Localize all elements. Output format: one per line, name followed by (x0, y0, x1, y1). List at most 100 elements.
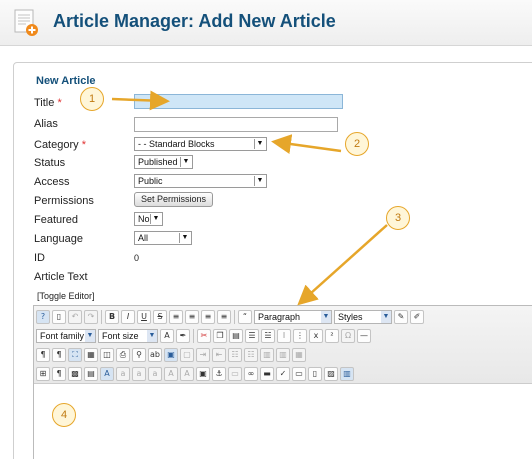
highlight-color-icon[interactable]: ✒ (176, 329, 190, 343)
visual-aid-icon[interactable]: ▭ (228, 367, 242, 381)
copy-icon[interactable]: ❐ (213, 329, 227, 343)
status-select[interactable]: Published ▼ (134, 155, 193, 169)
align-justify-icon[interactable]: ≡ (217, 310, 231, 324)
link-icon[interactable]: ∞ (244, 367, 258, 381)
id-label: ID (34, 252, 45, 264)
underline-button[interactable]: U (137, 310, 151, 324)
set-permissions-button[interactable]: Set Permissions (134, 192, 214, 207)
spellcheck-dropdown-icon[interactable]: ✓ (276, 367, 290, 381)
access-select-value: Public (138, 176, 163, 186)
eraser-icon[interactable]: ✎ (394, 310, 408, 324)
featured-label: Featured (34, 214, 79, 226)
format-select[interactable]: Paragraph ▼ (254, 310, 332, 324)
outdent-icon[interactable]: ⇤ (212, 348, 226, 362)
toggle-editor-link[interactable]: [Toggle Editor] (37, 291, 95, 301)
toolbar-separator (234, 310, 235, 324)
editor-content-area[interactable] (34, 385, 532, 459)
chevron-down-icon: ▼ (254, 176, 265, 186)
status-label: Status (34, 157, 66, 169)
superscript-icon[interactable]: ² (325, 329, 339, 343)
table-row-icon[interactable]: ☷ (228, 348, 242, 362)
bold-button[interactable]: B (105, 310, 119, 324)
help-icon[interactable]: ? (36, 310, 50, 324)
ins-icon[interactable]: A (164, 367, 178, 381)
pagebreak-icon[interactable]: ▥ (340, 367, 354, 381)
chevron-down-icon: ▼ (147, 330, 157, 342)
editor-toolbar: ? ▯ ↶ ↷ B I U S ≡ ≡ ≡ ≡ “ Paragraph ▼ St… (34, 306, 532, 384)
layer-icon[interactable]: ▢ (180, 348, 194, 362)
add-article-icon (14, 9, 38, 36)
styles-select-value: Styles (338, 312, 363, 322)
blockquote-icon[interactable]: “ (238, 310, 252, 324)
chevron-down-icon: ▼ (85, 330, 95, 342)
styles-select[interactable]: Styles ▼ (334, 310, 392, 324)
spellcheck-icon[interactable]: A (100, 367, 114, 381)
split-cells-icon[interactable]: ▥ (276, 348, 290, 362)
anchor-icon[interactable]: ⚓ (212, 367, 226, 381)
delete-table-icon[interactable]: ▦ (292, 348, 306, 362)
callout-4: 4 (52, 403, 76, 427)
alias-input[interactable] (134, 117, 338, 132)
special-char-icon[interactable]: Ω (341, 329, 355, 343)
fullscreen-icon[interactable]: ⛶ (68, 348, 82, 362)
page-title: Article Manager: Add New Article (53, 11, 336, 31)
insert-media-icon[interactable]: ▣ (164, 348, 178, 362)
insert-image-icon[interactable]: ▩ (68, 367, 82, 381)
chevron-down-icon: ▼ (381, 311, 391, 323)
table-col-icon[interactable]: ☷ (244, 348, 258, 362)
print-icon[interactable]: ⎙ (116, 348, 130, 362)
del-icon[interactable]: A (180, 367, 194, 381)
rtl-icon[interactable]: ¶ (52, 348, 66, 362)
attributes-icon[interactable]: a (148, 367, 162, 381)
template-icon[interactable]: ▦ (84, 348, 98, 362)
align-right-icon[interactable]: ≡ (201, 310, 215, 324)
text-color-icon[interactable]: A (160, 329, 174, 343)
page-header: Article Manager: Add New Article (0, 0, 532, 46)
article-break-icon[interactable]: ▯ (308, 367, 322, 381)
image-manager-icon[interactable]: ▨ (324, 367, 338, 381)
rich-text-editor: ? ▯ ↶ ↷ B I U S ≡ ≡ ≡ ≡ “ Paragraph ▼ St… (33, 305, 532, 459)
featured-select[interactable]: No ▼ (134, 212, 163, 226)
italic-button[interactable]: I (121, 310, 135, 324)
bullet-list-icon[interactable]: ⁝ (277, 329, 291, 343)
replace-icon[interactable]: ab (148, 348, 162, 362)
cut-icon[interactable]: ✂ (197, 329, 211, 343)
paste-word-icon[interactable]: ☱ (261, 329, 275, 343)
font-family-value: Font family (40, 331, 85, 341)
preview-icon[interactable]: ◫ (100, 348, 114, 362)
table-icon[interactable]: ⊞ (36, 367, 50, 381)
strikethrough-button[interactable]: S (153, 310, 167, 324)
form-icon[interactable]: ▭ (292, 367, 306, 381)
font-size-select[interactable]: Font size ▼ (98, 329, 158, 343)
find-icon[interactable]: ⚲ (132, 348, 146, 362)
paragraph-icon[interactable]: ¶ (52, 367, 66, 381)
align-center-icon[interactable]: ≡ (185, 310, 199, 324)
code-icon[interactable]: ▬ (260, 367, 274, 381)
category-select[interactable]: - - Standard Blocks ▼ (134, 137, 267, 151)
chevron-down-icon: ▼ (254, 139, 265, 149)
undo-icon[interactable]: ↶ (68, 310, 82, 324)
language-select[interactable]: All ▼ (134, 231, 192, 245)
new-document-icon[interactable]: ▯ (52, 310, 66, 324)
featured-select-value: No (138, 214, 150, 224)
indent-icon[interactable]: ⇥ (196, 348, 210, 362)
category-required-mark: * (81, 139, 86, 151)
horizontal-rule-icon[interactable]: — (357, 329, 371, 343)
redo-icon[interactable]: ↷ (84, 310, 98, 324)
access-select[interactable]: Public ▼ (134, 174, 267, 188)
paste-icon[interactable]: ▤ (229, 329, 243, 343)
merge-cells-icon[interactable]: ▥ (260, 348, 274, 362)
paste-text-icon[interactable]: ☰ (245, 329, 259, 343)
subscript-icon[interactable]: x (309, 329, 323, 343)
abbr-icon[interactable]: a (116, 367, 130, 381)
title-input[interactable] (134, 94, 343, 109)
cleanup-brush-icon[interactable]: ✐ (410, 310, 424, 324)
insert-media-icon[interactable]: ▣ (196, 367, 210, 381)
insert-date-icon[interactable]: ▤ (84, 367, 98, 381)
align-left-icon[interactable]: ≡ (169, 310, 183, 324)
acronym-icon[interactable]: a (132, 367, 146, 381)
alias-label: Alias (34, 118, 58, 130)
numbered-list-icon[interactable]: ⋮ (293, 329, 307, 343)
show-blocks-icon[interactable]: ¶ (36, 348, 50, 362)
font-family-select[interactable]: Font family ▼ (36, 329, 96, 343)
